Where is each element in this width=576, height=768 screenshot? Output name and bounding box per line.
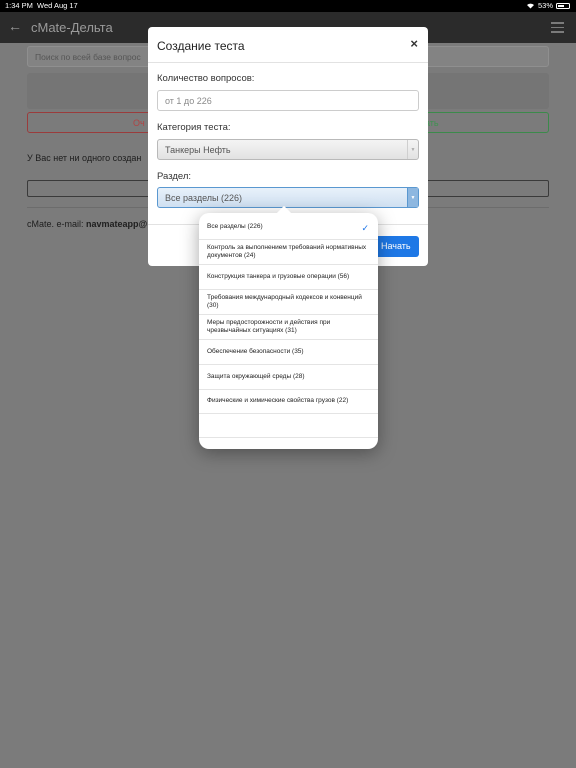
create-button[interactable]: ать (420, 112, 549, 133)
close-icon[interactable]: × (410, 36, 418, 51)
hamburger-icon[interactable] (551, 22, 564, 33)
contact-email[interactable]: navmateapp@ (86, 219, 147, 229)
dropdown-option[interactable]: Контроль за выполнением требований норма… (199, 240, 378, 265)
dropdown-option[interactable]: Защита окружающей среды (28) (199, 365, 378, 390)
dropdown-empty-row (199, 414, 378, 438)
option-label: Защита окружающей среды (28) (207, 372, 305, 380)
dropdown-option[interactable]: Меры предосторожности и действия при чре… (199, 315, 378, 340)
dropdown-option[interactable]: Требования международный кодексов и конв… (199, 290, 378, 315)
clear-button[interactable]: Оч (27, 112, 155, 133)
start-button[interactable]: Начать (374, 236, 419, 257)
contact-prefix: cMate. e-mail: (27, 219, 87, 229)
dropdown-option[interactable]: Обеспечение безопасности (35) (199, 340, 378, 365)
section-value: Все разделы (226) (165, 193, 243, 203)
option-label: Обеспечение безопасности (35) (207, 347, 304, 355)
no-tests-notice: У Вас нет ни одного создан (27, 153, 142, 163)
count-label: Количество вопросов: (157, 73, 255, 84)
section-label: Раздел: (157, 171, 192, 182)
battery-percent: 53% (537, 1, 553, 10)
dropdown-option[interactable]: Конструкция танкера и грузовые операции … (199, 265, 378, 290)
status-right: 53% (526, 1, 570, 10)
modal-title: Создание теста (157, 39, 245, 53)
section-dropdown: Все разделы (226) ✓ Контроль за выполнен… (199, 205, 378, 449)
checkmark-icon: ✓ (361, 222, 369, 233)
status-time: 1:34 PM (5, 1, 33, 10)
back-arrow-icon[interactable]: ← (8, 18, 22, 34)
option-label: Все разделы (226) (207, 223, 263, 231)
option-label: Контроль за выполнением требований норма… (207, 243, 367, 259)
option-label: Меры предосторожности и действия при чре… (207, 318, 331, 334)
wifi-icon (526, 3, 534, 9)
section-select[interactable]: Все разделы (226) ▼ (157, 187, 419, 208)
battery-icon (556, 2, 570, 9)
option-label: Конструкция танкера и грузовые операции … (207, 272, 350, 280)
chevron-down-icon: ▼ (407, 188, 418, 207)
option-label: Требования международный кодексов и конв… (207, 293, 362, 309)
chevron-down-icon: ▼ (407, 140, 418, 159)
modal-header-divider (148, 62, 428, 63)
category-value: Танкеры Нефть (165, 145, 231, 155)
dropdown-option[interactable]: Физические и химические свойства грузов … (199, 390, 378, 414)
contact-text: cMate. e-mail: navmateapp@ (27, 219, 147, 229)
app-title: cMate-Дельта (31, 20, 113, 35)
dropdown-option[interactable]: Все разделы (226) ✓ (199, 216, 378, 240)
option-label: Физические и химические свойства грузов … (207, 397, 349, 405)
status-date: Wed Aug 17 (37, 1, 78, 10)
category-label: Категория теста: (157, 122, 231, 133)
question-count-input[interactable]: от 1 до 226 (157, 90, 419, 111)
status-bar: 1:34 PM Wed Aug 17 53% (0, 0, 576, 12)
category-select[interactable]: Танкеры Нефть ▼ (157, 139, 419, 160)
